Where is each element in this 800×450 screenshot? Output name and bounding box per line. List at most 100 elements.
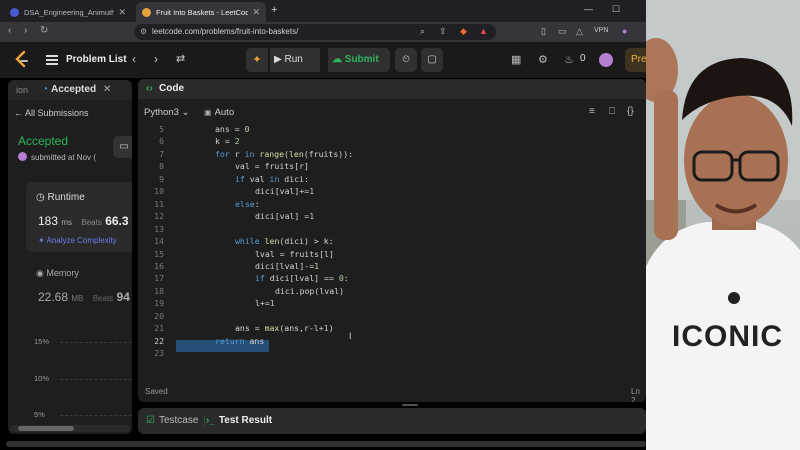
code-line: if val in dici: [235,173,309,184]
code-line: return ans [215,335,265,346]
all-submissions-label: All Submissions [25,108,89,118]
tab-solutions[interactable]: ion [16,85,28,95]
vpn-button[interactable]: VPN [594,27,608,34]
horizontal-scrollbar[interactable] [10,425,130,432]
submission-panel: ion ◔ Accepted ✕ ← All Submissions Accept… [8,80,132,434]
reload-icon[interactable]: ↻ [40,25,48,36]
tab-test-result[interactable]: ›_ Test Result [206,415,272,426]
language-label: Python3 [144,107,179,118]
submit-button[interactable]: ☁ Submit [328,48,390,72]
resize-handle[interactable] [402,404,418,406]
profile-icon[interactable]: ● [622,26,627,36]
code-panel: ‹› Code Python3 ⌄ ▣ Auto ≡ ⎕ {} 5 ans = 0 6… [138,79,646,402]
new-tab-icon[interactable]: + [271,4,277,16]
leetcode-header: Problem List ‹ › ⇄ ✦ ▶ Run ☁ Submit ⏲ ▢ … [0,42,655,78]
runtime-beats: 66.3 [105,214,129,228]
code-panel-header: ‹› Code [138,79,646,99]
notes-icon[interactable]: ▢ [421,48,443,72]
close-icon[interactable]: ✕ [252,7,260,18]
code-line: dici.pop(lval) [275,285,345,296]
tab-title: Fruit Into Baskets - LeetCode [156,7,249,17]
line-number: 6 [159,136,164,147]
layout-grid-icon[interactable]: ▦ [511,53,521,66]
runtime-unit: ms [61,218,73,227]
leo-icon[interactable]: △ [576,26,583,37]
minimize-icon[interactable]: — [584,4,593,14]
wallet-icon[interactable]: ▭ [558,26,567,37]
auto-label: Auto [214,107,235,118]
accepted-tab-icon: ◔ [42,84,49,95]
runtime-label: Runtime [47,192,85,203]
browser-tab-dsa[interactable]: DSA_Engineering_Animuthyam_pyt ✕ [4,2,132,22]
brave-shield-icon[interactable]: ◆ [460,26,467,37]
line-number: 7 [159,148,164,159]
leetcode-logo-icon[interactable] [14,51,30,69]
line-number: 9 [159,173,164,184]
status-accepted: Accepted [18,134,69,148]
maximize-icon[interactable]: ☐ [612,4,620,15]
close-icon[interactable]: ✕ [103,84,111,95]
clock-icon: ◷ [36,192,48,203]
memory-number: 22.68 [38,290,69,304]
memory-label: Memory [46,268,79,278]
tab-accepted[interactable]: ◔ Accepted [42,84,96,95]
brave-rewards-icon[interactable]: ▲ [479,26,488,36]
line-number: 11 [154,198,164,209]
tab-favicon-icon [10,7,19,17]
page-scrollbar[interactable] [6,441,646,447]
run-button[interactable]: ▶ Run [270,48,320,72]
saved-status: Saved [145,387,168,396]
debug-icon[interactable]: ✦ [246,48,268,72]
shuffle-icon[interactable]: ⇄ [176,52,185,65]
next-problem-icon[interactable]: › [154,52,158,66]
close-icon[interactable]: ✕ [118,7,126,18]
back-icon[interactable]: ‹ [8,25,11,36]
play-icon: ▶ [274,54,285,65]
tab-testcase[interactable]: ☑ Testcase [146,415,198,426]
problem-list-link[interactable]: Problem List [66,54,127,65]
code-line: k = 2 [215,136,240,147]
tab-accepted-label: Accepted [51,84,97,95]
url-text: leetcode.com/problems/fruit-into-baskets… [152,27,299,36]
y-tick-label: 10% [34,374,50,383]
language-select[interactable]: Python3 ⌄ [144,107,189,118]
list-icon[interactable] [46,55,58,65]
sidebar-icon[interactable]: ▯ [541,26,546,37]
settings-icon[interactable]: ⚙ [538,53,548,66]
divider [204,415,205,427]
line-number: 12 [154,211,164,222]
beats-label: Beats [81,218,102,227]
code-line: for r in range(len(fruits)): [215,148,354,159]
chevron-down-icon: ⌄ [178,107,190,118]
analyze-complexity-link[interactable]: ✦ Analyze Complexity [38,236,117,245]
all-submissions-link[interactable]: ← All Submissions [14,108,89,118]
run-label: Run [284,54,303,65]
scrollbar-thumb[interactable] [18,426,74,431]
timer-icon[interactable]: ⏲ [395,48,417,72]
forward-icon[interactable]: › [24,25,27,36]
runtime-title: ◷ Runtime [36,192,85,203]
browser-tab-leetcode[interactable]: Fruit Into Baskets - LeetCode ✕ [136,2,266,22]
prev-problem-icon[interactable]: ‹ [132,52,136,66]
zoom-icon[interactable]: ⌕ [420,26,425,37]
memory-unit: MB [71,294,84,303]
auto-mode[interactable]: ▣ Auto [204,107,234,118]
runtime-card[interactable]: ◷ Runtime 183 ms Beats 66.3 ✦ Analyze Co… [26,182,132,252]
share-icon[interactable]: ⇪ [439,26,447,37]
site-info-icon[interactable]: ⚙ [140,27,147,36]
line-number: 14 [154,236,164,247]
memory-beats: 94 [116,290,130,304]
beats-label: Beats [92,294,114,303]
webcam-overlay: ICONIC [646,0,800,450]
editorial-icon[interactable]: ▭ [113,136,132,158]
avatar[interactable] [599,53,613,67]
memory-card[interactable]: ◉ Memory 22.68 MB Beats 94 [26,262,132,306]
checkbox-icon: ☑ [146,415,155,426]
bookmark-icon[interactable]: ⎕ [609,106,615,117]
leetcode-favicon-icon [142,7,151,17]
format-icon[interactable]: ≡ [589,106,595,117]
code-icon: ‹› [146,83,153,94]
code-line: if dici[lval] == 0: [255,273,349,284]
fire-icon[interactable]: ♨ [564,53,574,66]
reset-braces-icon[interactable]: {} [627,106,634,117]
